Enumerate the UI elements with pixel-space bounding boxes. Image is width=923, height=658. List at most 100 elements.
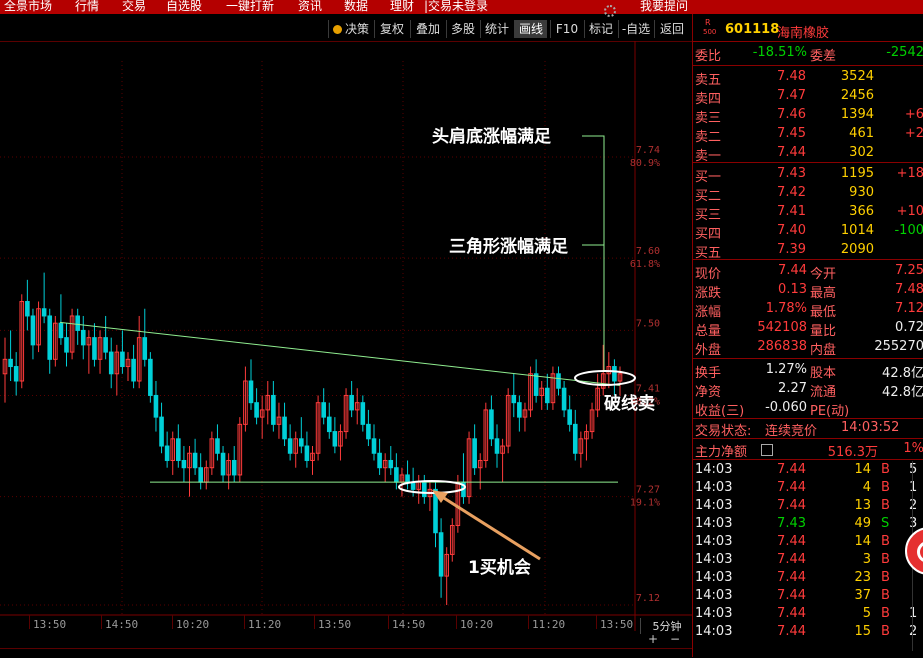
candle-body: [64, 337, 69, 353]
candle-body: [349, 394, 354, 411]
time-tick-label: 14:50: [105, 618, 139, 631]
stock-header[interactable]: R 500 601118 海南橡胶: [693, 18, 923, 41]
tick-volume: 49: [854, 516, 871, 531]
bid-row[interactable]: 买二 7.42 930: [693, 184, 923, 204]
tick-row: 14:03 7.44 14 B: [693, 533, 923, 551]
stat-value: 42.8亿: [882, 366, 923, 381]
book-price: 7.47: [777, 88, 806, 103]
kline-chart[interactable]: 7.7480.9%7.6061.8%7.507.4138.2%7.2719.1%…: [0, 41, 692, 631]
candle-body: [153, 394, 159, 418]
time-tick-mark: [29, 615, 30, 629]
menu-item-2[interactable]: 交易: [122, 0, 146, 14]
menu-item-5[interactable]: 资讯: [298, 0, 322, 14]
toolbar-button-6[interactable]: F10: [550, 20, 583, 38]
menu-item-1[interactable]: 行情: [75, 0, 99, 14]
tick-price: 7.44: [777, 606, 806, 621]
ask-row[interactable]: 卖三 7.46 1394 +6: [693, 106, 923, 126]
stat-row: 收益(三) -0.060 PE(动): [693, 399, 923, 419]
stat-value: 7.48: [895, 282, 923, 297]
candle-body: [75, 315, 80, 331]
toolbar-button-7[interactable]: 标记: [584, 20, 617, 38]
tick-direction: S: [881, 516, 890, 531]
toolbar-button-label: 标记: [588, 22, 613, 36]
bid-row[interactable]: 买五 7.39 2090: [693, 241, 923, 261]
menu-item-7[interactable]: 理财: [390, 0, 414, 14]
bid-row[interactable]: 买一 7.43 1195 +18: [693, 165, 923, 185]
ask-row[interactable]: 卖一 7.44 302: [693, 144, 923, 164]
time-tick-mark: [172, 615, 173, 629]
menu-item-3[interactable]: 自选股: [166, 0, 202, 14]
stat-row: 涨幅 1.78% 最低 7.12: [693, 300, 923, 320]
candle-body: [282, 416, 287, 440]
time-tick-label: 13:50: [318, 618, 352, 631]
fib-pct-label: 80.9%: [630, 158, 660, 169]
tick-price: 7.44: [777, 588, 806, 603]
stat-label: 收益(三): [695, 404, 745, 419]
time-tick-mark: [244, 615, 245, 629]
candle-body: [13, 366, 19, 382]
stat-row: 涨跌 0.13 最高 7.48: [693, 281, 923, 301]
head-shoulders-target-line[interactable]: [582, 135, 605, 371]
book-volume: 3524: [840, 69, 874, 84]
annotation-break-sell: 破线卖: [604, 393, 655, 414]
toolbar-button-8[interactable]: -自选: [618, 20, 653, 38]
book-price: 7.43: [777, 166, 806, 181]
main-flow-row[interactable]: 主力净额 516.3万 1%: [693, 440, 923, 460]
stat-label: 最高: [810, 286, 837, 301]
toolbar-button-label: 统计: [484, 22, 509, 36]
toolbar-button-3[interactable]: 多股: [446, 20, 479, 38]
book-price: 7.39: [777, 242, 806, 257]
toolbar-button-label: 叠加: [415, 22, 440, 36]
price-tick-label: 7.50: [636, 318, 660, 329]
time-tick-label: 14:50: [392, 618, 426, 631]
zoom-in-button[interactable]: +: [648, 632, 658, 646]
menu-item-4[interactable]: 一键打新: [226, 0, 274, 14]
candle-body: [192, 452, 198, 469]
time-tick-mark: [314, 615, 315, 629]
bid-row[interactable]: 买三 7.41 366 +10: [693, 203, 923, 223]
toolbar-button-0[interactable]: 决策: [328, 20, 373, 38]
settings-gear-icon[interactable]: [604, 5, 616, 17]
ask-row[interactable]: 卖五 7.48 3524: [693, 68, 923, 88]
toolbar-button-label: 复权: [379, 22, 404, 36]
tick-volume: 14: [854, 534, 871, 549]
price-tick-label: 7.60: [636, 246, 660, 257]
divider: [693, 162, 923, 163]
book-price: 7.46: [777, 107, 806, 122]
candle-body: [438, 532, 444, 577]
stat-value: 255270: [874, 339, 923, 354]
candle-body: [572, 423, 578, 454]
menu-item-9[interactable]: 我要提问: [640, 0, 688, 14]
candle-body: [215, 438, 220, 454]
toolbar-button-1[interactable]: 复权: [374, 20, 409, 38]
toolbar-button-2[interactable]: 叠加: [410, 20, 445, 38]
ask-row[interactable]: 卖四 7.47 2456: [693, 87, 923, 107]
stat-label: 涨跌: [695, 286, 722, 301]
candle-body: [108, 351, 114, 375]
candle-body: [304, 445, 310, 461]
menu-item-0[interactable]: 全景市场: [4, 0, 52, 14]
toolbar-button-9[interactable]: 返回: [654, 20, 689, 38]
candle-body: [248, 380, 254, 404]
time-tick-mark: [528, 615, 529, 629]
tick-time: 14:03: [695, 624, 733, 639]
status-value: 连续竞价: [765, 424, 818, 439]
book-volume: 1394: [840, 107, 874, 122]
toolbar-button-4[interactable]: 统计: [480, 20, 513, 38]
time-tick-label: 11:20: [248, 618, 282, 631]
chart-toolbar: 决策 复权 叠加 多股 统计 画线 F10 标记 -自选 返回: [0, 5, 692, 42]
book-change: +18: [896, 166, 923, 181]
tick-volume: 5: [862, 606, 871, 621]
book-level-label: 卖五: [695, 73, 722, 88]
menu-item-8[interactable]: |交易未登录: [424, 0, 488, 14]
annotation-triangle: 三角形涨幅满足: [449, 236, 568, 257]
zoom-out-button[interactable]: −: [670, 632, 680, 646]
candle-body: [159, 416, 164, 447]
bid-row[interactable]: 买四 7.40 1014 -100: [693, 222, 923, 242]
tick-price: 7.44: [777, 462, 806, 477]
toolbar-button-5[interactable]: 画线: [514, 20, 547, 38]
ask-row[interactable]: 卖二 7.45 461 +2: [693, 125, 923, 145]
menu-item-6[interactable]: 数据: [344, 0, 368, 14]
time-tick-label: 10:20: [460, 618, 494, 631]
book-change: +2: [904, 126, 923, 141]
